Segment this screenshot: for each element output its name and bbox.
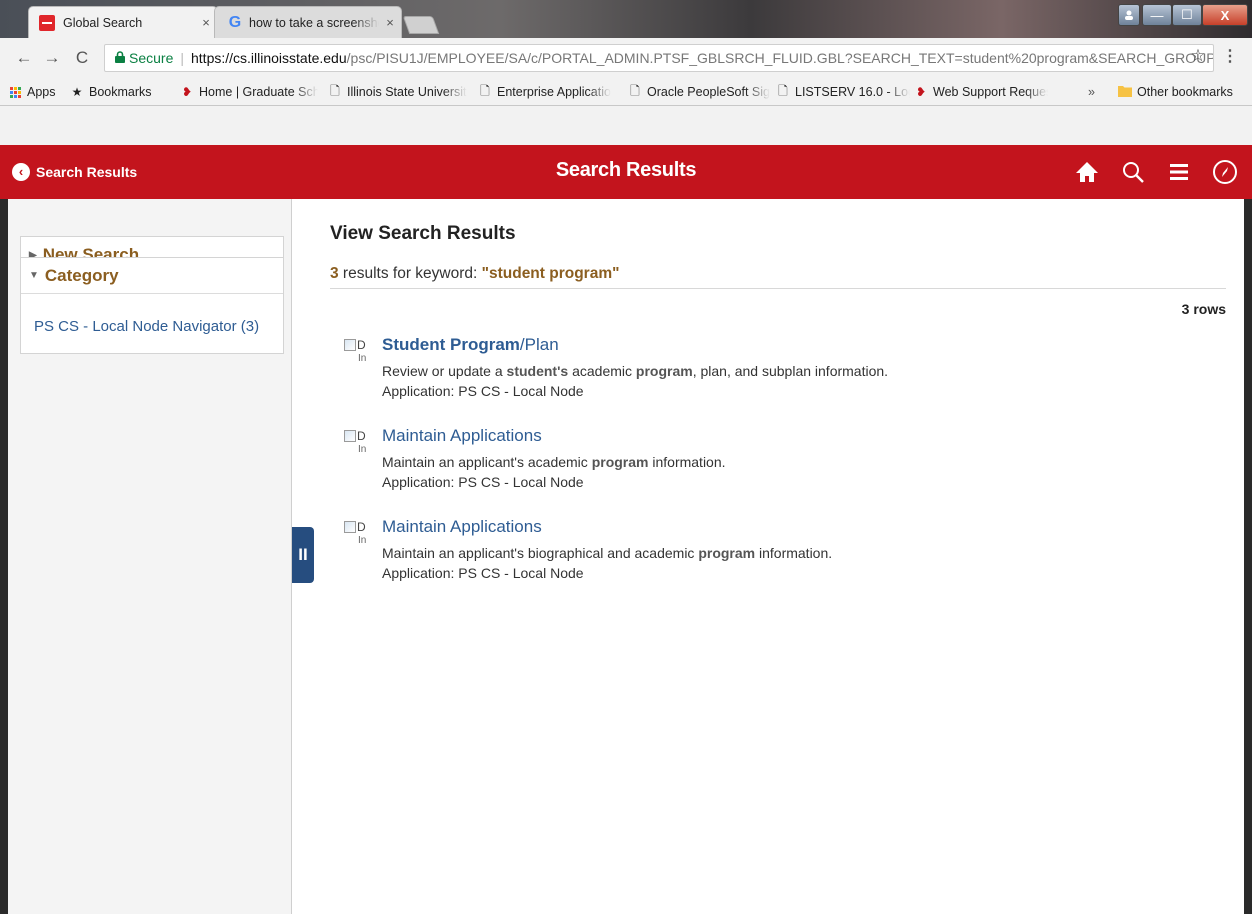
result-description: Maintain an applicant's academic program… [382, 454, 726, 470]
search-sidebar: ▶ New Search ▼ Category PS CS - Local No… [8, 199, 292, 914]
content-area: ▶ New Search ▼ Category PS CS - Local No… [8, 199, 1244, 914]
category-panel: ▼ Category PS CS - Local Node Navigator … [20, 257, 284, 354]
home-icon[interactable] [1072, 157, 1102, 187]
navbar-compass-icon[interactable] [1210, 157, 1240, 187]
folder-icon [1118, 85, 1132, 100]
broken-image-icon: D In [344, 521, 374, 549]
broken-image-icon: D In [344, 339, 374, 367]
result-title-link[interactable]: Student Program/Plan [382, 335, 559, 355]
collapse-sidebar-handle[interactable]: II [292, 527, 314, 583]
page-icon: 🗋 [630, 83, 640, 98]
minimize-button[interactable]: — [1142, 4, 1172, 26]
browser-toolbar: ← → C Secure | https://cs.illinoisstate.… [0, 38, 1252, 78]
url-path: /psc/PISU1J/EMPLOYEE/SA/c/PORTAL_ADMIN.P… [346, 50, 1214, 66]
apps-grid-icon [10, 86, 21, 98]
result-application: Application: PS CS - Local Node [382, 383, 584, 399]
url-host: https://cs.illinoisstate.edu [191, 50, 347, 66]
app-banner: ‹ Search Results Search Results [0, 145, 1252, 199]
browser-title-bar: Global Search × G how to take a screensh… [0, 0, 1252, 38]
bookmark-enterprise[interactable]: 🗋 Enterprise Applicatio [478, 83, 620, 101]
page-icon: 🗋 [480, 83, 490, 98]
star-icon: ★ [71, 85, 83, 99]
peoplesoft-favicon-icon [39, 14, 55, 31]
result-application: Application: PS CS - Local Node [382, 565, 584, 581]
page-icon: 🗋 [330, 83, 340, 98]
result-description: Review or update a student's academic pr… [382, 363, 889, 379]
search-results-main: View Search Results 3 results for keywor… [330, 199, 1230, 914]
results-keyword: "student program" [481, 265, 620, 282]
caret-down-icon: ▼ [29, 270, 39, 281]
user-profile-icon[interactable] [1118, 4, 1140, 26]
result-title-link[interactable]: Maintain Applications [382, 426, 542, 446]
bookmark-illinois-state[interactable]: 🗋 Illinois State Universit [328, 83, 470, 101]
divider [330, 288, 1226, 289]
close-window-button[interactable]: X [1202, 4, 1248, 26]
forward-button[interactable]: → [40, 46, 64, 70]
redbird-icon: ❥ [915, 85, 927, 99]
bookmarks-overflow-button[interactable]: » [1088, 83, 1106, 101]
bookmark-bookmarks[interactable]: ★ Bookmarks [70, 83, 166, 101]
back-button[interactable]: ← [12, 46, 36, 70]
new-tab-button[interactable] [402, 16, 440, 34]
tab-global-search[interactable]: Global Search × [28, 6, 218, 38]
result-application: Application: PS CS - Local Node [382, 474, 584, 490]
results-heading: View Search Results [330, 223, 516, 244]
reload-button[interactable]: C [70, 46, 94, 70]
bookmark-oracle[interactable]: 🗋 Oracle PeopleSoft Sig [628, 83, 770, 101]
tab-screenshot-search[interactable]: G how to take a screenshot × [214, 6, 402, 38]
tab-close-icon[interactable]: × [379, 15, 401, 30]
page-icon: 🗋 [778, 83, 788, 98]
result-title-link[interactable]: Maintain Applications [382, 517, 542, 537]
result-description: Maintain an applicant's biographical and… [382, 545, 833, 561]
lock-icon [115, 50, 125, 66]
address-bar[interactable]: Secure | https://cs.illinoisstate.edu /p… [104, 44, 1214, 72]
secure-label: Secure [129, 50, 174, 66]
address-separator: | [180, 50, 184, 66]
bookmarks-bar: Apps ★ Bookmarks ❥ Home | Graduate Sch 🗋… [0, 78, 1252, 106]
category-label: Category [44, 265, 119, 285]
broken-image-icon: D In [344, 430, 374, 458]
actions-menu-icon[interactable] [1164, 157, 1194, 187]
search-icon[interactable] [1118, 157, 1148, 187]
tab-label: Global Search [63, 15, 143, 30]
browser-menu-icon[interactable]: ⋮ [1220, 46, 1240, 66]
redbird-icon: ❥ [181, 85, 193, 99]
google-favicon-icon: G [228, 13, 242, 31]
results-summary: 3 results for keyword: "student program" [330, 265, 619, 283]
bookmark-web-support[interactable]: ❥ Web Support Reques [914, 83, 1048, 101]
results-summary-text: results for keyword: [338, 265, 482, 282]
bookmark-listserv[interactable]: 🗋 LISTSERV 16.0 - Logo [776, 83, 910, 101]
results-count: 3 [330, 265, 339, 282]
other-bookmarks[interactable]: Other bookmarks [1118, 83, 1248, 101]
page-title: Search Results [555, 159, 697, 181]
category-link-local-node[interactable]: PS CS - Local Node Navigator (3) [34, 318, 259, 335]
bookmark-graduate-school[interactable]: ❥ Home | Graduate Sch [180, 83, 318, 101]
maximize-button[interactable]: ☐ [1172, 4, 1202, 26]
bookmark-star-icon[interactable]: ☆ [1188, 46, 1208, 66]
banner-spacer [0, 106, 1252, 146]
tab-label: how to take a screenshot [249, 15, 379, 30]
category-header[interactable]: ▼ Category [21, 258, 283, 294]
row-count: 3 rows [1181, 301, 1226, 317]
